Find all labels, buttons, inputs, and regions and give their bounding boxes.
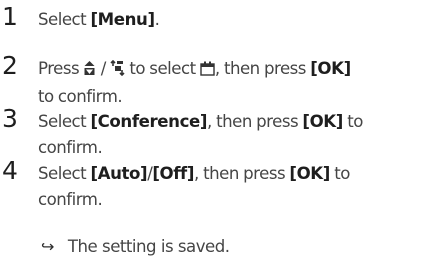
step-number: 2 <box>2 51 18 80</box>
step-text: Select [Auto]/[Off], then press [OK] to c… <box>38 161 443 213</box>
off-option-label: [Off] <box>152 164 195 183</box>
settings-menu-icon <box>200 58 215 84</box>
step-text-part: to <box>342 112 363 131</box>
step-number: 4 <box>2 156 18 185</box>
step-text-part: , then press <box>194 164 290 183</box>
step-text: Select [Menu]. <box>38 7 443 33</box>
result-line: ↪ The setting is saved. <box>41 234 443 260</box>
step-text-part: Select <box>38 164 91 183</box>
menu-key-label: [Menu] <box>90 10 155 29</box>
ok-key-label: [OK] <box>289 164 330 183</box>
step-text-part: . <box>154 10 160 29</box>
step-number: 3 <box>2 104 18 133</box>
step-text-part: to <box>329 164 350 183</box>
step-text-part: to select <box>125 59 200 78</box>
step-text-part: confirm. <box>38 138 103 157</box>
conference-option-label: [Conference] <box>90 112 208 131</box>
up-down-navigation-icon <box>83 58 96 84</box>
ok-key-label: [OK] <box>302 112 343 131</box>
ok-key-label: [OK] <box>310 59 351 78</box>
step-number: 1 <box>2 2 18 31</box>
auto-option-label: [Auto] <box>90 164 148 183</box>
step-text-part: , then press <box>207 112 303 131</box>
step-text-part: / <box>96 59 111 78</box>
step-text-part: confirm. <box>38 190 103 209</box>
step-text-part: Press <box>38 59 80 78</box>
step-text-part: , then press <box>214 59 311 78</box>
result-text: The setting is saved. <box>67 237 230 256</box>
step-text-part: Select <box>38 10 91 29</box>
result-arrow-icon: ↪ <box>41 237 54 256</box>
step-text-part: to confirm. <box>38 87 123 106</box>
step-text: Press / to select , then press [OK] to co… <box>38 56 443 110</box>
step-text: Select [Conference], then press [OK] to c… <box>38 109 443 161</box>
channel-select-icon <box>110 58 125 84</box>
step-text-part: Select <box>38 112 91 131</box>
